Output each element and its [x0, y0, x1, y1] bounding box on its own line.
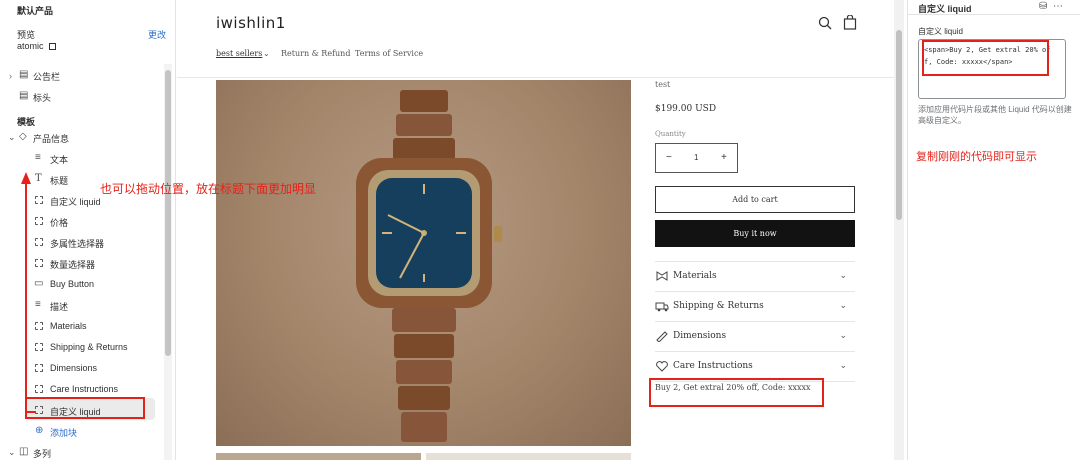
- custom-liquid-icon: [35, 238, 43, 246]
- custom-liquid-icon: [35, 259, 43, 267]
- preview-product[interactable]: atomic: [17, 41, 57, 51]
- multicolumn-section[interactable]: 多列: [33, 447, 51, 460]
- accordion-label: Dimensions: [673, 331, 727, 341]
- scrollbar-thumb[interactable]: [896, 30, 902, 220]
- chevron-down-icon[interactable]: ⌄: [8, 132, 16, 143]
- block-item[interactable]: 文本: [50, 153, 68, 166]
- store-logo[interactable]: iwishlin1: [216, 14, 286, 32]
- block-item[interactable]: 价格: [50, 216, 68, 229]
- accordion-dimensions[interactable]: Dimensions ⌄: [655, 322, 855, 352]
- block-item[interactable]: Materials: [50, 321, 87, 331]
- truck-icon: [655, 302, 669, 312]
- columns-icon: ◫: [19, 446, 29, 457]
- product-title: test: [655, 80, 671, 89]
- thumbnail-image[interactable]: [216, 453, 421, 460]
- custom-liquid-icon: [35, 196, 43, 204]
- block-item[interactable]: 描述: [50, 300, 68, 313]
- custom-liquid-icon: [35, 217, 43, 225]
- announcement-bar-item[interactable]: 公告栏: [33, 70, 60, 83]
- chevron-down-icon: ⌄: [839, 300, 847, 310]
- heart-icon: [656, 361, 668, 372]
- highlight-box: [25, 397, 145, 419]
- add-circle-icon: ⊕: [35, 425, 44, 436]
- highlight-box: [922, 40, 1049, 76]
- divider: [908, 14, 1080, 15]
- chevron-down-icon[interactable]: ⌄: [263, 49, 270, 58]
- quantity-minus-button[interactable]: −: [666, 152, 672, 163]
- nav-terms[interactable]: Terms of Service: [355, 49, 423, 58]
- custom-liquid-icon: [35, 364, 43, 372]
- title-icon: T: [35, 173, 42, 184]
- custom-liquid-icon: [35, 385, 43, 393]
- chevron-down-icon: ⌄: [839, 270, 847, 280]
- product-image[interactable]: [216, 80, 631, 446]
- materials-icon: [656, 271, 668, 281]
- custom-liquid-icon: [35, 322, 43, 330]
- accordion-shipping[interactable]: Shipping & Returns ⌄: [655, 292, 855, 322]
- cart-icon[interactable]: [843, 15, 857, 30]
- template-name: 默认产品: [17, 6, 54, 16]
- field-label: 自定义 liquid: [918, 27, 963, 36]
- preview-label: 预览: [17, 30, 36, 40]
- block-item[interactable]: Shipping & Returns: [50, 342, 128, 352]
- chevron-down-icon: ⌄: [839, 330, 847, 340]
- layout-icon: ▤: [19, 69, 29, 80]
- add-block-button[interactable]: 添加块: [50, 426, 77, 439]
- buy-now-button[interactable]: Buy it now: [655, 220, 855, 247]
- sidebar-scrollbar[interactable]: [164, 64, 172, 460]
- block-item[interactable]: 自定义 liquid: [50, 195, 101, 208]
- accordion-label: Materials: [673, 271, 717, 281]
- block-item[interactable]: Buy Button: [50, 279, 94, 289]
- drag-arrow: [21, 172, 36, 413]
- thumbnail-image[interactable]: [426, 453, 631, 460]
- quantity-label: Quantity: [655, 130, 686, 138]
- help-text: 添加应用代码片段或其他 Liquid 代码以创建高级自定义。: [918, 105, 1072, 125]
- quantity-plus-button[interactable]: +: [721, 152, 727, 163]
- chevron-down-icon: ⌄: [839, 360, 847, 370]
- header-item[interactable]: 标头: [33, 91, 51, 104]
- nav-best-sellers[interactable]: best sellers: [216, 49, 262, 58]
- scrollbar-thumb[interactable]: [165, 70, 171, 356]
- more-icon[interactable]: ⋯: [1053, 1, 1063, 12]
- quantity-value[interactable]: 1: [694, 153, 698, 162]
- nav-return-refund[interactable]: Return & Refund: [281, 49, 350, 58]
- quantity-stepper[interactable]: − 1 +: [655, 143, 738, 173]
- chevron-right-icon[interactable]: ›: [9, 71, 12, 81]
- highlight-box: [649, 378, 824, 407]
- preview-scrollbar[interactable]: [894, 0, 904, 460]
- header-divider: [177, 77, 894, 78]
- annotation-copy-hint: 复制刚刚的代码即可显示: [916, 151, 1037, 163]
- accordion-label: Shipping & Returns: [673, 301, 764, 311]
- accordion-label: Care Instructions: [673, 361, 753, 371]
- ruler-icon: [656, 331, 668, 342]
- external-link-icon: [49, 43, 57, 50]
- block-settings-panel: 自定义 liquid ⛁ ⋯ 自定义 liquid <span>Buy 2, G…: [907, 0, 1080, 460]
- search-icon[interactable]: [818, 16, 832, 30]
- watch-illustration: [356, 90, 502, 442]
- database-icon[interactable]: ⛁: [1039, 1, 1047, 12]
- add-to-cart-button[interactable]: Add to cart: [655, 186, 855, 213]
- change-link[interactable]: 更改: [148, 28, 166, 41]
- accordion-materials[interactable]: Materials ⌄: [655, 262, 855, 292]
- block-item[interactable]: 标题: [50, 174, 68, 187]
- annotation-drag-hint: 也可以拖动位置，放在标题下面更加明显: [100, 182, 317, 196]
- template-heading: 模板: [17, 117, 36, 127]
- tag-icon: ◇: [19, 131, 27, 142]
- block-item[interactable]: 数量选择器: [50, 258, 95, 271]
- chevron-down-icon[interactable]: ⌄: [8, 447, 16, 458]
- text-icon: ≡: [35, 152, 41, 163]
- block-item[interactable]: Dimensions: [50, 363, 97, 373]
- product-price: $199.00 USD: [655, 104, 717, 114]
- product-info-section[interactable]: 产品信息: [33, 132, 69, 145]
- block-item[interactable]: Care Instructions: [50, 384, 118, 394]
- layout-icon: ▤: [19, 90, 29, 101]
- custom-liquid-icon: [35, 343, 43, 351]
- block-item[interactable]: 多属性选择器: [50, 237, 104, 250]
